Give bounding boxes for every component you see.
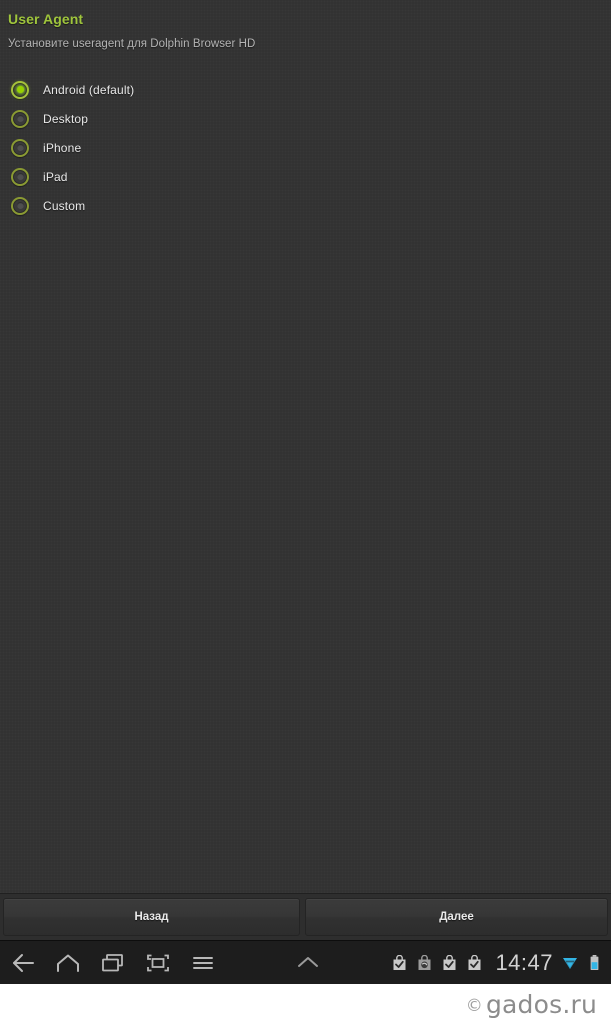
watermark-text: © gados.ru [466, 992, 597, 1017]
play-store-downloading-icon [414, 941, 434, 985]
radio-button-icon[interactable] [11, 109, 29, 128]
radio-option-label: Desktop [43, 111, 89, 126]
radio-option-label: Android (default) [43, 82, 135, 97]
user-agent-radio-group: Android (default) Desktop iPhone iPad Cu… [0, 75, 611, 220]
radio-button-icon[interactable] [11, 196, 29, 215]
radio-button-icon[interactable] [11, 138, 29, 157]
radio-option-desktop[interactable]: Desktop [0, 104, 611, 133]
status-clock: 14:47 [495, 950, 553, 975]
status-area[interactable]: 14:47 [389, 941, 604, 985]
chevron-up-icon[interactable] [285, 941, 330, 985]
radio-option-custom[interactable]: Custom [0, 191, 611, 220]
radio-option-label: iPad [43, 169, 68, 184]
screenshot-icon[interactable] [135, 941, 180, 985]
battery-icon [584, 941, 604, 985]
screen-root: User Agent Установите useragent для Dolp… [0, 0, 611, 1024]
page-subtitle: Установите useragent для Dolphin Browser… [8, 38, 256, 50]
home-icon[interactable] [45, 941, 90, 985]
radio-option-android[interactable]: Android (default) [0, 75, 611, 104]
play-store-download-complete-icon [389, 941, 409, 985]
radio-option-label: iPhone [43, 140, 82, 155]
play-store-download-complete-icon [464, 941, 484, 985]
back-arrow-icon[interactable] [0, 941, 45, 985]
watermark-site: gados.ru [485, 989, 597, 1019]
page-title: User Agent [8, 11, 84, 27]
radio-button-icon[interactable] [11, 167, 29, 186]
next-button[interactable]: Далее [305, 898, 608, 936]
radio-option-iphone[interactable]: iPhone [0, 133, 611, 162]
radio-button-icon[interactable] [11, 80, 29, 99]
app-content-area: User Agent Установите useragent для Dolp… [0, 0, 611, 893]
navigation-buttons [0, 941, 225, 985]
wifi-signal-icon [560, 941, 580, 985]
recent-apps-icon[interactable] [90, 941, 135, 985]
back-button[interactable]: Назад [3, 898, 300, 936]
play-store-download-complete-icon [439, 941, 459, 985]
radio-option-label: Custom [43, 198, 86, 213]
watermark-strip: © gados.ru [0, 984, 611, 1024]
copyright-symbol: © [465, 995, 483, 1016]
menu-icon[interactable] [180, 941, 225, 985]
wizard-button-bar: Назад Далее [0, 893, 611, 940]
android-system-bar: 14:47 [0, 940, 611, 984]
radio-option-ipad[interactable]: iPad [0, 162, 611, 191]
